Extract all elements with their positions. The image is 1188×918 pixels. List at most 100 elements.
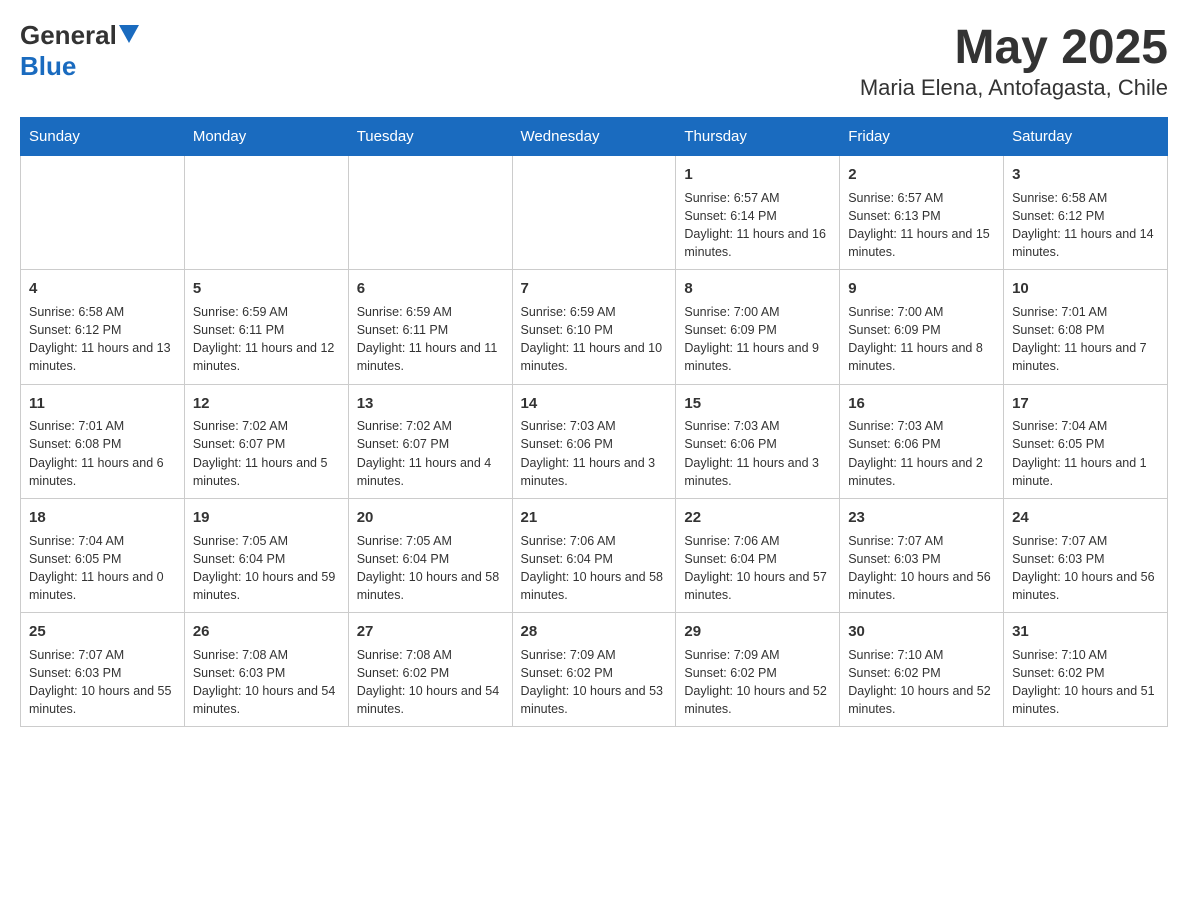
day-info: Sunrise: 7:04 AM Sunset: 6:05 PM Dayligh…: [1012, 417, 1159, 490]
title-section: May 2025 Maria Elena, Antofagasta, Chile: [860, 20, 1168, 101]
col-header-friday: Friday: [840, 118, 1004, 156]
page-header: General Blue May 2025 Maria Elena, Antof…: [20, 20, 1168, 101]
logo-blue: Blue: [20, 51, 76, 82]
calendar-week-row: 1Sunrise: 6:57 AM Sunset: 6:14 PM Daylig…: [21, 156, 1168, 270]
logo-general: General: [20, 20, 117, 51]
calendar-cell: 14Sunrise: 7:03 AM Sunset: 6:06 PM Dayli…: [512, 384, 676, 498]
calendar-cell: 9Sunrise: 7:00 AM Sunset: 6:09 PM Daylig…: [840, 270, 1004, 384]
calendar-cell: [512, 156, 676, 270]
calendar-cell: 12Sunrise: 7:02 AM Sunset: 6:07 PM Dayli…: [184, 384, 348, 498]
calendar-week-row: 25 Sunrise: 7:07 AM Sunset: 6:03 PM Dayli…: [21, 613, 1168, 727]
calendar-cell: [348, 156, 512, 270]
calendar-header-row: SundayMondayTuesdayWednesdayThursdayFrid…: [21, 118, 1168, 156]
day-number: 19: [193, 507, 340, 529]
day-number: 22: [684, 507, 831, 529]
day-info: Sunrise: 7:02 AM Sunset: 6:07 PM Dayligh…: [357, 417, 504, 490]
calendar-cell: 28 Sunrise: 7:09 AM Sunset: 6:02 PM Dayli…: [512, 613, 676, 727]
day-info: Sunrise: 6:57 AM Sunset: 6:13 PM Dayligh…: [848, 189, 995, 262]
day-number: 17: [1012, 393, 1159, 415]
day-number: 2: [848, 164, 995, 186]
day-number: 31: [1012, 621, 1159, 643]
day-info: Sunrise: 7:09 AM Sunset: 6:02 PM Dayligh…: [521, 646, 668, 719]
calendar-cell: 20Sunrise: 7:05 AM Sunset: 6:04 PM Dayli…: [348, 498, 512, 612]
calendar-week-row: 11Sunrise: 7:01 AM Sunset: 6:08 PM Dayli…: [21, 384, 1168, 498]
calendar-cell: 7Sunrise: 6:59 AM Sunset: 6:10 PM Daylig…: [512, 270, 676, 384]
calendar-cell: 11Sunrise: 7:01 AM Sunset: 6:08 PM Dayli…: [21, 384, 185, 498]
day-number: 8: [684, 278, 831, 300]
day-info: Sunrise: 7:06 AM Sunset: 6:04 PM Dayligh…: [684, 532, 831, 605]
calendar-cell: 16Sunrise: 7:03 AM Sunset: 6:06 PM Dayli…: [840, 384, 1004, 498]
day-number: 13: [357, 393, 504, 415]
day-info: Sunrise: 6:59 AM Sunset: 6:11 PM Dayligh…: [193, 303, 340, 376]
day-number: 29: [684, 621, 831, 643]
day-info: Sunrise: 7:03 AM Sunset: 6:06 PM Dayligh…: [684, 417, 831, 490]
calendar-cell: 29 Sunrise: 7:09 AM Sunset: 6:02 PM Dayli…: [676, 613, 840, 727]
calendar-week-row: 4 Sunrise: 6:58 AM Sunset: 6:12 PM Daylig…: [21, 270, 1168, 384]
day-info: Sunrise: 7:08 AM Sunset: 6:03 PM Dayligh…: [193, 646, 340, 719]
calendar-cell: 2 Sunrise: 6:57 AM Sunset: 6:13 PM Daylig…: [840, 156, 1004, 270]
calendar-cell: 3Sunrise: 6:58 AM Sunset: 6:12 PM Daylig…: [1004, 156, 1168, 270]
calendar-cell: 24Sunrise: 7:07 AM Sunset: 6:03 PM Dayli…: [1004, 498, 1168, 612]
calendar-cell: 30Sunrise: 7:10 AM Sunset: 6:02 PM Dayli…: [840, 613, 1004, 727]
day-info: Sunrise: 7:00 AM Sunset: 6:09 PM Dayligh…: [848, 303, 995, 376]
day-number: 28: [521, 621, 668, 643]
calendar-cell: 15Sunrise: 7:03 AM Sunset: 6:06 PM Dayli…: [676, 384, 840, 498]
calendar-cell: 13Sunrise: 7:02 AM Sunset: 6:07 PM Dayli…: [348, 384, 512, 498]
day-info: Sunrise: 6:59 AM Sunset: 6:10 PM Dayligh…: [521, 303, 668, 376]
col-header-tuesday: Tuesday: [348, 118, 512, 156]
calendar-cell: 26 Sunrise: 7:08 AM Sunset: 6:03 PM Dayli…: [184, 613, 348, 727]
day-info: Sunrise: 6:59 AM Sunset: 6:11 PM Dayligh…: [357, 303, 504, 376]
day-number: 26: [193, 621, 340, 643]
calendar-cell: 18 Sunrise: 7:04 AM Sunset: 6:05 PM Dayli…: [21, 498, 185, 612]
logo: General Blue: [20, 20, 139, 82]
day-info: Sunrise: 7:02 AM Sunset: 6:07 PM Dayligh…: [193, 417, 340, 490]
calendar-cell: [184, 156, 348, 270]
day-number: 11: [29, 393, 176, 415]
calendar-cell: 10 Sunrise: 7:01 AM Sunset: 6:08 PM Dayli…: [1004, 270, 1168, 384]
day-info: Sunrise: 7:03 AM Sunset: 6:06 PM Dayligh…: [848, 417, 995, 490]
day-number: 21: [521, 507, 668, 529]
month-year-title: May 2025: [860, 20, 1168, 75]
day-info: Sunrise: 7:01 AM Sunset: 6:08 PM Dayligh…: [29, 417, 176, 490]
calendar-cell: 22 Sunrise: 7:06 AM Sunset: 6:04 PM Dayli…: [676, 498, 840, 612]
day-info: Sunrise: 7:07 AM Sunset: 6:03 PM Dayligh…: [29, 646, 176, 719]
calendar-cell: 4 Sunrise: 6:58 AM Sunset: 6:12 PM Daylig…: [21, 270, 185, 384]
day-info: Sunrise: 7:07 AM Sunset: 6:03 PM Dayligh…: [1012, 532, 1159, 605]
day-info: Sunrise: 7:06 AM Sunset: 6:04 PM Dayligh…: [521, 532, 668, 605]
day-number: 12: [193, 393, 340, 415]
day-info: Sunrise: 7:08 AM Sunset: 6:02 PM Dayligh…: [357, 646, 504, 719]
day-number: 4: [29, 278, 176, 300]
day-info: Sunrise: 6:57 AM Sunset: 6:14 PM Dayligh…: [684, 189, 831, 262]
col-header-monday: Monday: [184, 118, 348, 156]
calendar-cell: 8Sunrise: 7:00 AM Sunset: 6:09 PM Daylig…: [676, 270, 840, 384]
calendar-cell: 27 Sunrise: 7:08 AM Sunset: 6:02 PM Dayli…: [348, 613, 512, 727]
day-number: 15: [684, 393, 831, 415]
day-info: Sunrise: 6:58 AM Sunset: 6:12 PM Dayligh…: [29, 303, 176, 376]
calendar-cell: 25 Sunrise: 7:07 AM Sunset: 6:03 PM Dayli…: [21, 613, 185, 727]
day-info: Sunrise: 7:10 AM Sunset: 6:02 PM Dayligh…: [1012, 646, 1159, 719]
day-number: 10: [1012, 278, 1159, 300]
day-info: Sunrise: 7:07 AM Sunset: 6:03 PM Dayligh…: [848, 532, 995, 605]
calendar-cell: [21, 156, 185, 270]
calendar-cell: 17Sunrise: 7:04 AM Sunset: 6:05 PM Dayli…: [1004, 384, 1168, 498]
day-info: Sunrise: 7:03 AM Sunset: 6:06 PM Dayligh…: [521, 417, 668, 490]
day-number: 14: [521, 393, 668, 415]
calendar-week-row: 18 Sunrise: 7:04 AM Sunset: 6:05 PM Dayli…: [21, 498, 1168, 612]
location-title: Maria Elena, Antofagasta, Chile: [860, 75, 1168, 101]
day-info: Sunrise: 7:09 AM Sunset: 6:02 PM Dayligh…: [684, 646, 831, 719]
calendar-table: SundayMondayTuesdayWednesdayThursdayFrid…: [20, 117, 1168, 727]
day-info: Sunrise: 7:01 AM Sunset: 6:08 PM Dayligh…: [1012, 303, 1159, 376]
day-info: Sunrise: 7:05 AM Sunset: 6:04 PM Dayligh…: [193, 532, 340, 605]
day-number: 20: [357, 507, 504, 529]
day-number: 25: [29, 621, 176, 643]
day-info: Sunrise: 7:04 AM Sunset: 6:05 PM Dayligh…: [29, 532, 176, 605]
calendar-cell: 6 Sunrise: 6:59 AM Sunset: 6:11 PM Daylig…: [348, 270, 512, 384]
day-number: 18: [29, 507, 176, 529]
day-number: 5: [193, 278, 340, 300]
calendar-cell: 31 Sunrise: 7:10 AM Sunset: 6:02 PM Dayli…: [1004, 613, 1168, 727]
day-number: 6: [357, 278, 504, 300]
col-header-wednesday: Wednesday: [512, 118, 676, 156]
day-info: Sunrise: 7:10 AM Sunset: 6:02 PM Dayligh…: [848, 646, 995, 719]
day-number: 27: [357, 621, 504, 643]
day-info: Sunrise: 6:58 AM Sunset: 6:12 PM Dayligh…: [1012, 189, 1159, 262]
